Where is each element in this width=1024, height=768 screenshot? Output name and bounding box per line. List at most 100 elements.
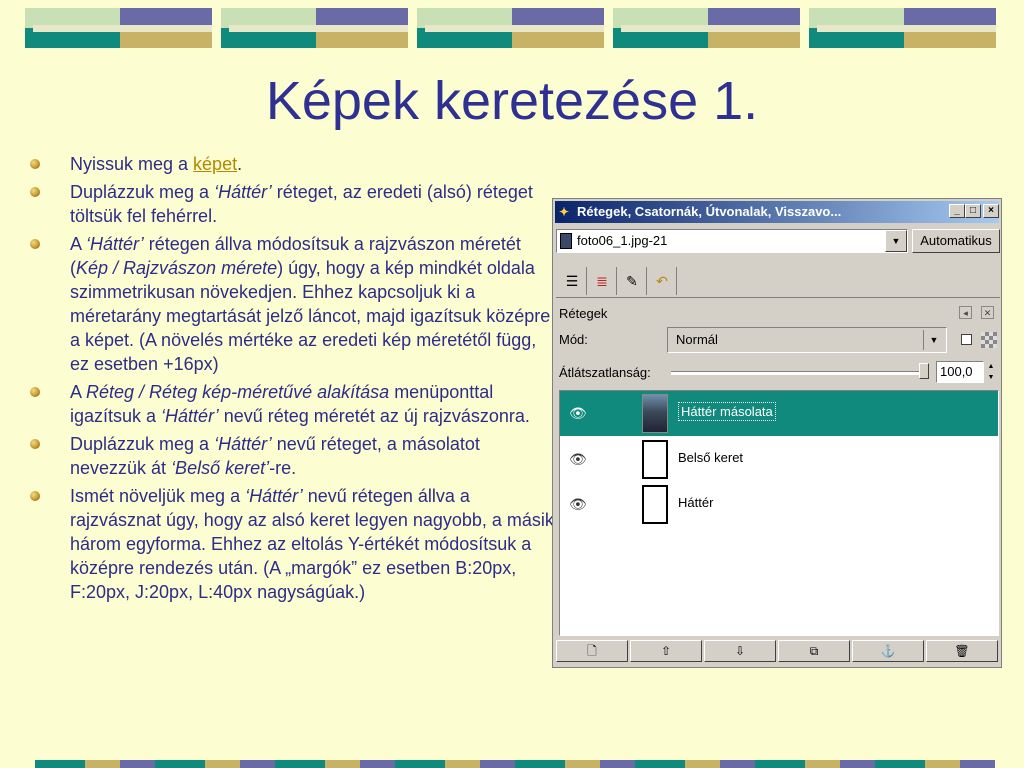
bullet-item: Ismét növeljük meg a ‘Háttér’ nevű réteg… [30, 484, 558, 604]
top-decorative-band [25, 8, 1000, 48]
bullet-icon [30, 239, 40, 249]
raise-layer-icon[interactable]: ⇧ [630, 640, 702, 662]
duplicate-layer-icon[interactable]: ⧉ [778, 640, 850, 662]
layer-list: 👁 Háttér másolata 👁 Belső keret 👁 Háttér [559, 390, 999, 636]
decor-tile [755, 760, 875, 768]
opacity-slider-handle[interactable] [919, 363, 929, 379]
bullet-emphasis: ‘Háttér’ [161, 406, 219, 426]
lower-layer-icon[interactable]: ⇩ [704, 640, 776, 662]
bullet-text: Nyissuk meg a [70, 154, 194, 174]
opacity-input[interactable]: 100,0 [936, 361, 984, 383]
bullet-text: Duplázzuk meg a [70, 434, 215, 454]
layers-tab-icon[interactable]: ☰ [558, 267, 587, 295]
bullet-item: A ‘Háttér’ rétegen állva módosítsuk a ra… [30, 232, 558, 376]
image-select-value: foto06_1.jpg-21 [577, 233, 668, 248]
chevron-down-icon[interactable]: ▼ [923, 330, 944, 350]
bottom-decorative-band [0, 760, 1024, 768]
dock-tabs: ☰ ≣ ✎ ↶ [556, 267, 1000, 297]
layers-dialog: ✦ Rétegek, Csatornák, Útvonalak, Visszav… [552, 198, 1002, 668]
close-button[interactable]: × [983, 204, 999, 218]
mode-select[interactable]: Normál ▼ [667, 327, 947, 353]
automatic-button[interactable]: Automatikus [912, 229, 1000, 253]
decor-tile [221, 8, 408, 48]
bullet-list: Nyissuk meg a képet. Duplázzuk meg a ‘Há… [30, 152, 558, 608]
tab-menu-icon[interactable]: ◂ [959, 306, 972, 319]
eye-icon[interactable]: 👁 [569, 496, 587, 513]
decor-tile [25, 8, 212, 48]
gimp-icon: ✦ [559, 205, 570, 219]
layer-thumbnail [642, 485, 668, 524]
layer-thumbnail [642, 440, 668, 479]
bullet-icon [30, 387, 40, 397]
decor-tile [275, 760, 395, 768]
decor-tile [809, 8, 996, 48]
image-selector-row: foto06_1.jpg-21 ▼ Automatikus [556, 227, 1000, 257]
bullet-emphasis: ‘Háttér’ [86, 234, 144, 254]
anchor-layer-icon[interactable]: ⚓ [852, 640, 924, 662]
minimize-button[interactable]: _ [949, 204, 965, 218]
bullet-text: A [70, 234, 87, 254]
decor-tile [635, 760, 755, 768]
panel-label: Rétegek [559, 306, 608, 321]
bullet-emphasis: ‘Háttér’ [214, 434, 272, 454]
paths-tab-icon[interactable]: ✎ [618, 267, 647, 295]
decor-tile [613, 8, 800, 48]
bullet-emphasis: Kép / Rajzvászon mérete [76, 258, 278, 278]
bullet-icon [30, 187, 40, 197]
bullet-icon [30, 491, 40, 501]
bullet-emphasis: ‘Háttér’ [214, 182, 272, 202]
bullet-text: -re. [269, 458, 297, 478]
eye-icon[interactable]: 👁 [569, 405, 587, 422]
decor-tile [155, 760, 275, 768]
keep-transparency-checkbox[interactable] [961, 334, 972, 345]
bullet-icon [30, 159, 40, 169]
dialog-title: Rétegek, Csatornák, Útvonalak, Visszavo.… [577, 204, 842, 219]
layer-name: Háttér másolata [678, 402, 776, 421]
dialog-titlebar[interactable]: ✦ Rétegek, Csatornák, Útvonalak, Visszav… [555, 201, 999, 223]
maximize-button[interactable]: □ [965, 204, 981, 218]
eye-icon[interactable]: 👁 [569, 451, 587, 468]
bullet-text: Duplázzuk meg a [70, 182, 215, 202]
slide-title: Képek keretezése 1. [265, 71, 759, 131]
chevron-down-icon[interactable]: ▼ [885, 230, 907, 252]
bullet-text: A [70, 382, 87, 402]
bullet-emphasis: Réteg / Réteg kép-méretűvé alakítása [86, 382, 390, 402]
divider [556, 297, 1000, 298]
close-tab-icon[interactable]: ✕ [981, 306, 994, 319]
layer-row[interactable]: 👁 Háttér [560, 482, 998, 527]
layer-name: Háttér [678, 495, 714, 510]
layer-thumbnail [642, 394, 668, 433]
bullet-emphasis: ‘Belső keret’ [171, 458, 270, 478]
bullet-item: Duplázzuk meg a ‘Háttér’ nevű réteget, a… [30, 432, 558, 480]
bullet-text: nevű réteg méretét az új rajzvászonra. [218, 406, 530, 426]
opacity-slider-track[interactable] [671, 371, 927, 375]
undo-tab-icon[interactable]: ↶ [648, 267, 677, 295]
layer-action-bar: 🗋 ⇧ ⇩ ⧉ ⚓ 🗑 [556, 640, 1000, 664]
opacity-spinner[interactable]: ▲ ▼ [985, 361, 997, 383]
bullet-text: Ismét növeljük meg a [70, 486, 246, 506]
layer-row[interactable]: 👁 Belső keret [560, 437, 998, 482]
layer-row[interactable]: 👁 Háttér másolata [560, 391, 998, 436]
decor-tile [515, 760, 635, 768]
channels-tab-icon[interactable]: ≣ [588, 267, 617, 295]
transparency-icon [981, 332, 997, 348]
bullet-item: A Réteg / Réteg kép-méretűvé alakítása m… [30, 380, 558, 428]
mode-label: Mód: [559, 332, 588, 347]
image-select[interactable]: foto06_1.jpg-21 ▼ [556, 229, 908, 253]
opacity-label: Átlátszatlanság: [559, 365, 651, 380]
decor-tile [875, 760, 995, 768]
decor-tile [35, 760, 155, 768]
decor-tile [395, 760, 515, 768]
image-thumbnail-icon [560, 233, 572, 249]
decor-tile [417, 8, 604, 48]
delete-layer-icon[interactable]: 🗑 [926, 640, 998, 662]
mode-value: Normál [676, 332, 718, 347]
bullet-emphasis: ‘Háttér’ [245, 486, 303, 506]
new-layer-icon[interactable]: 🗋 [556, 640, 628, 662]
bullet-item: Duplázzuk meg a ‘Háttér’ réteget, az ere… [30, 180, 558, 228]
kepet-link[interactable]: képet [193, 154, 237, 174]
bullet-text: . [237, 154, 243, 174]
bullet-item: Nyissuk meg a képet. [30, 152, 558, 176]
bullet-icon [30, 439, 40, 449]
layer-name: Belső keret [678, 450, 744, 465]
